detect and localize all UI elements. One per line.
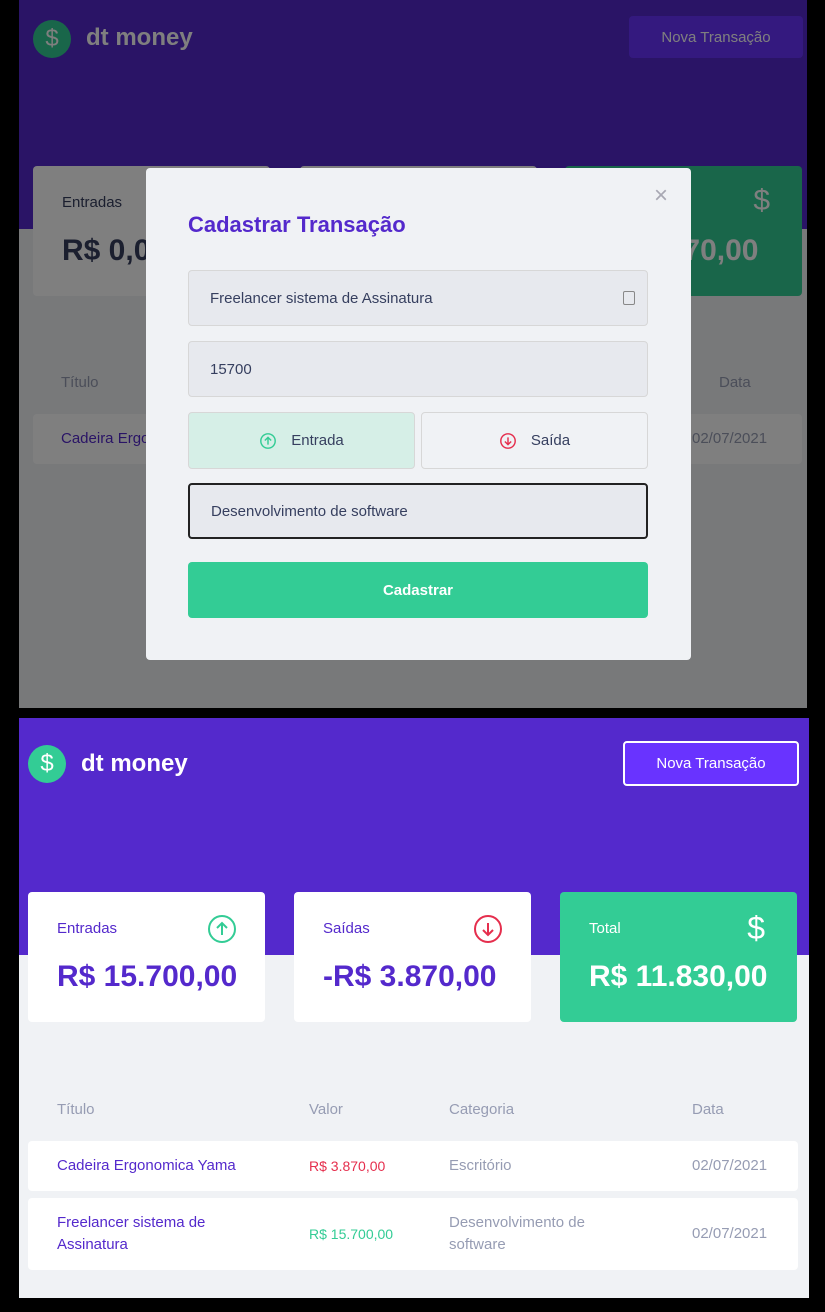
dollar-icon: $ (747, 910, 765, 946)
row-amount: R$ 3.870,00 (309, 1158, 386, 1174)
card-label: Total (589, 920, 621, 937)
column-header-title: Título (57, 1101, 95, 1118)
summary-card-total: Total $ R$ 11.830,00 (560, 892, 797, 1022)
table-row: Freelancer sistema de Assinatura R$ 15.7… (28, 1198, 798, 1270)
new-transaction-button[interactable]: Nova Transação (623, 741, 799, 786)
arrow-up-circle-icon (260, 432, 277, 449)
row-category: Desenvolvimento de software (449, 1214, 585, 1253)
column-header-category: Categoria (449, 1101, 515, 1118)
category-input-value: Desenvolvimento de software (211, 502, 408, 520)
row-title: Cadeira Ergonomica Yama (57, 1157, 236, 1174)
card-label: Entradas (57, 920, 118, 937)
summary-card-outcome: Saídas -R$ 3.870,00 (294, 892, 531, 1022)
income-type-label: Entrada (291, 432, 344, 449)
submit-button[interactable]: Cadastrar (188, 562, 648, 618)
card-value: R$ 11.830,00 (589, 960, 768, 993)
title-input-value: Freelancer sistema de Assinatura (210, 289, 433, 307)
modal-title: Cadastrar Transação (188, 212, 406, 237)
amount-input[interactable]: 15700 (188, 341, 648, 397)
dashboard: $ dt money Nova Transação Entradas R$ 15… (19, 718, 809, 1298)
title-input[interactable]: Freelancer sistema de Assinatura (188, 270, 648, 326)
summary-card-income: Entradas R$ 15.700,00 (28, 892, 265, 1022)
logo-icon: $ (28, 745, 66, 783)
amount-input-value: 15700 (210, 360, 252, 378)
category-input[interactable]: Desenvolvimento de software (188, 483, 648, 539)
card-value: R$ 15.700,00 (57, 960, 238, 993)
autofill-icon[interactable] (623, 291, 635, 305)
arrow-down-circle-icon (499, 432, 516, 449)
dashboard-with-modal: $ dt money Nova Transação Entradas R$ 0,… (19, 0, 807, 708)
card-value: -R$ 3.870,00 (323, 960, 497, 993)
row-title: Freelancer sistema de Assinatura (57, 1214, 206, 1253)
income-type-button[interactable]: Entrada (188, 412, 415, 469)
arrow-down-circle-icon (474, 915, 502, 943)
table-row: Cadeira Ergonomica Yama R$ 3.870,00 Escr… (28, 1141, 798, 1191)
arrow-up-circle-icon (208, 915, 236, 943)
new-transaction-modal: × Cadastrar Transação Freelancer sistema… (146, 168, 691, 660)
app-name: dt money (81, 750, 188, 777)
close-icon[interactable]: × (651, 184, 671, 208)
row-category: Escritório (449, 1157, 512, 1174)
row-date: 02/07/2021 (692, 1225, 768, 1242)
outcome-type-button[interactable]: Saída (421, 412, 648, 469)
column-header-date: Data (692, 1101, 724, 1118)
card-label: Saídas (323, 920, 370, 937)
outcome-type-label: Saída (530, 432, 571, 449)
column-header-amount: Valor (309, 1101, 343, 1118)
row-amount: R$ 15.700,00 (309, 1226, 394, 1242)
row-date: 02/07/2021 (692, 1157, 768, 1174)
